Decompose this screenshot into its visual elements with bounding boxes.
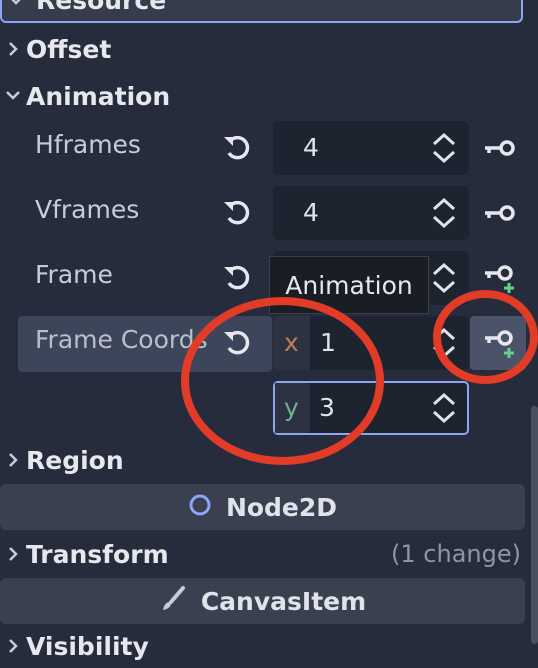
hframes-label: Hframes: [35, 130, 141, 159]
chevron-right-icon: [0, 638, 26, 654]
chevron-right-icon: [0, 452, 26, 468]
node2d-category-bar[interactable]: Node2D: [0, 484, 525, 530]
spinner-arrows-icon[interactable]: [431, 262, 457, 298]
vframes-label: Vframes: [35, 195, 140, 224]
chevron-down-icon: [8, 0, 24, 11]
offset-section-label: Offset: [26, 34, 112, 64]
hframes-spinbox[interactable]: 4: [273, 121, 469, 175]
resource-section-label: Resource: [36, 0, 167, 15]
visibility-section-header[interactable]: Visibility: [0, 624, 149, 668]
tooltip-text: Animation: [285, 270, 413, 300]
resource-section-header[interactable]: Resource: [0, 0, 523, 23]
animation-section-header[interactable]: Animation: [0, 74, 170, 118]
transform-change-count: (1 change): [391, 540, 521, 568]
key-icon[interactable]: [482, 195, 518, 231]
annotation-circle-small: [433, 290, 538, 384]
node2d-category-label: Node2D: [225, 492, 338, 522]
canvasitem-category-bar[interactable]: CanvasItem: [0, 578, 525, 624]
annotation-circle-large: [181, 297, 384, 465]
node2d-circle-icon: [188, 493, 212, 521]
transform-section-label: Transform: [26, 539, 169, 569]
canvasitem-category-label: CanvasItem: [200, 586, 367, 616]
revert-icon[interactable]: [221, 196, 255, 230]
frame-label: Frame: [35, 260, 113, 289]
visibility-section-label: Visibility: [26, 631, 149, 661]
hframes-value: 4: [303, 133, 319, 162]
region-section-label: Region: [26, 445, 124, 475]
vframes-spinbox[interactable]: 4: [273, 186, 469, 240]
scrollbar-thumb[interactable]: [531, 406, 538, 644]
region-section-header[interactable]: Region: [0, 438, 124, 482]
vframes-value: 4: [303, 198, 319, 227]
brush-icon: [159, 585, 187, 617]
frame-coords-label: Frame Coords: [35, 325, 208, 354]
chevron-down-icon: [0, 90, 26, 102]
transform-section-header[interactable]: Transform (1 change): [0, 532, 525, 576]
chevron-right-icon: [0, 546, 26, 562]
offset-section-header[interactable]: Offset: [0, 27, 111, 71]
revert-icon[interactable]: [221, 131, 255, 165]
revert-icon[interactable]: [221, 261, 255, 295]
spinner-arrows-icon[interactable]: [431, 197, 457, 233]
spinner-arrows-icon[interactable]: [431, 132, 457, 168]
spinner-arrows-icon[interactable]: [431, 392, 457, 428]
key-icon[interactable]: [482, 130, 518, 166]
chevron-right-icon: [0, 41, 26, 57]
animation-section-label: Animation: [26, 81, 171, 111]
